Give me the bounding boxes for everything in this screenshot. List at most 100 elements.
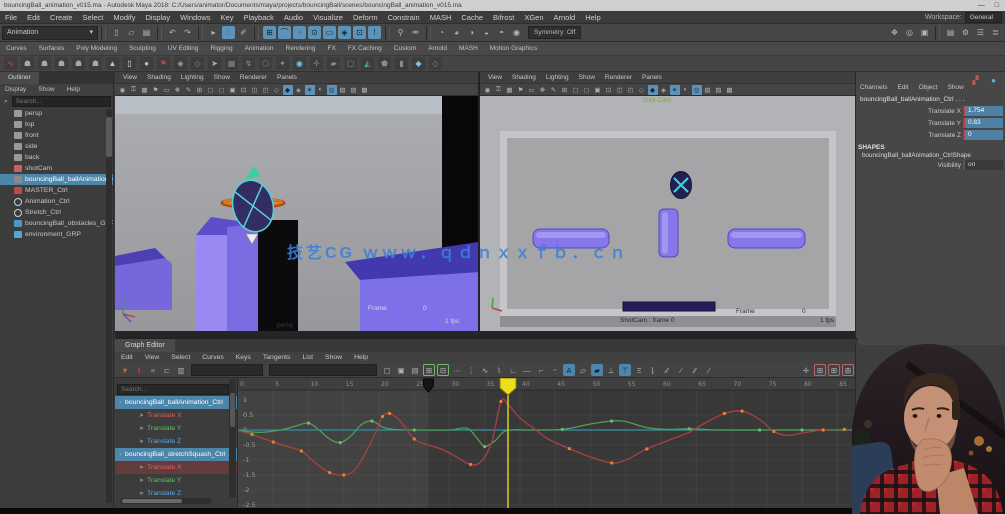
- ge-step-tangent-icon[interactable]: ⌐: [535, 364, 547, 376]
- ge-stat-time-field[interactable]: [191, 364, 263, 376]
- menu-arnold[interactable]: Arnold: [549, 11, 581, 24]
- graph-editor-curve-area[interactable]: 051015202530354045505560657075808510.50-…: [238, 378, 858, 508]
- field-chart-icon[interactable]: ⊡: [239, 85, 249, 95]
- bookmark-icon[interactable]: ⚑: [151, 85, 161, 95]
- ge-move-nearest-key-icon[interactable]: ▢: [381, 364, 393, 376]
- shelf-tab-mash[interactable]: MASH: [453, 42, 484, 56]
- locator-icon[interactable]: ✛: [310, 57, 323, 70]
- blendshape-icon[interactable]: ⬟: [378, 57, 391, 70]
- menu-modify[interactable]: Modify: [108, 11, 140, 24]
- menu-bifrost[interactable]: Bifrost: [488, 11, 519, 24]
- sculpt-icon[interactable]: ◆: [412, 57, 425, 70]
- ge-swap-buffer-icon[interactable]: ▰: [591, 364, 603, 376]
- ge-lock-tangent-weight-icon[interactable]: ⌊: [647, 364, 659, 376]
- keyframe-dot[interactable]: [381, 415, 384, 418]
- menu-select[interactable]: Select: [78, 11, 109, 24]
- sidebar-channel-box-icon[interactable]: ☰: [974, 26, 987, 39]
- epcurve-tool-icon[interactable]: ∿: [4, 57, 17, 70]
- ge-pre-infinity-offset-icon[interactable]: ∕: [675, 364, 687, 376]
- keyframe-dot[interactable]: [610, 461, 613, 464]
- ge-region-tool-icon[interactable]: ⊞: [423, 364, 435, 376]
- render-view-icon[interactable]: ◔: [435, 26, 448, 39]
- ge-channel-row[interactable]: ➤Translate X: [115, 461, 237, 474]
- make-live-icon[interactable]: ◈: [338, 26, 351, 39]
- outliner-item[interactable]: side: [0, 141, 113, 152]
- lights-icon[interactable]: ☀: [670, 85, 680, 95]
- ge-stat-value-field[interactable]: [269, 364, 377, 376]
- ge-object-row[interactable]: ▾bouncingBall_stretchSquash_Ctrl: [115, 448, 237, 461]
- constraint-icon[interactable]: ⬡: [259, 57, 272, 70]
- ambient-occlusion-icon[interactable]: ◎: [692, 85, 702, 95]
- keyframe-dot[interactable]: [822, 428, 825, 431]
- channel-value-field[interactable]: 1.754: [963, 106, 1003, 116]
- textured-icon[interactable]: ◈: [659, 85, 669, 95]
- panel-menu-panels[interactable]: Panels: [637, 72, 667, 84]
- cluster-icon[interactable]: ▰: [327, 57, 340, 70]
- ge-menu-keys[interactable]: Keys: [230, 352, 257, 363]
- ge-channel-row[interactable]: ➤Translate Y: [115, 474, 237, 487]
- outliner-menu-show[interactable]: Show: [33, 84, 59, 95]
- menu-mash[interactable]: MASH: [425, 11, 457, 24]
- image-plane-icon[interactable]: ▭: [162, 85, 172, 95]
- channelbox-menu-show[interactable]: Show: [943, 82, 967, 94]
- outliner-item[interactable]: persp: [0, 108, 113, 119]
- outliner-search-input[interactable]: [12, 96, 111, 107]
- wrap-icon[interactable]: ◭: [361, 57, 374, 70]
- snap-curve-icon[interactable]: ⌒: [278, 26, 291, 39]
- channelbox-menu-object[interactable]: Object: [915, 82, 942, 94]
- ge-retime-tool-icon[interactable]: ⊟: [437, 364, 449, 376]
- ball-front-view[interactable]: [671, 172, 692, 199]
- film-gate-icon[interactable]: ▢: [571, 85, 581, 95]
- joint-icon[interactable]: ◉: [293, 57, 306, 70]
- panel-menu-show[interactable]: Show: [574, 72, 600, 84]
- file-save-icon[interactable]: ▤: [140, 26, 153, 39]
- ge-menu-select[interactable]: Select: [165, 352, 196, 363]
- lattice-icon[interactable]: ▢: [344, 57, 357, 70]
- ge-pre-infinity-cycle-icon[interactable]: ∕∕: [661, 364, 673, 376]
- film-gate-icon[interactable]: ▢: [206, 85, 216, 95]
- menu-windows[interactable]: Windows: [175, 11, 215, 24]
- menu-edit[interactable]: Edit: [22, 11, 45, 24]
- safe-action-icon[interactable]: ◫: [250, 85, 260, 95]
- ge-menu-view[interactable]: View: [139, 352, 166, 363]
- menu-audio[interactable]: Audio: [279, 11, 308, 24]
- anim-trail-icon[interactable]: ☗: [89, 57, 102, 70]
- shelf-tab-rendering[interactable]: Rendering: [280, 42, 322, 56]
- file-open-icon[interactable]: ▱: [125, 26, 138, 39]
- viewport-divider[interactable]: [478, 72, 480, 338]
- shelf-tab-custom[interactable]: Custom: [388, 42, 422, 56]
- xray-icon[interactable]: ▨: [349, 85, 359, 95]
- ge-menu-list[interactable]: List: [296, 352, 319, 363]
- keyframe-dot[interactable]: [339, 441, 342, 444]
- minimize-button[interactable]: —: [978, 0, 985, 11]
- gate-mask-icon[interactable]: ▣: [228, 85, 238, 95]
- graph-shelf-icon[interactable]: ↯: [242, 57, 255, 70]
- ge-menu-tangents[interactable]: Tangents: [257, 352, 297, 363]
- ge-menu-edit[interactable]: Edit: [115, 352, 139, 363]
- maximize-button[interactable]: □: [995, 0, 999, 11]
- xray-icon[interactable]: ▨: [714, 85, 724, 95]
- panel-menu-show[interactable]: Show: [209, 72, 235, 84]
- ge-menu-show[interactable]: Show: [319, 352, 348, 363]
- cb-display-toggle-icon[interactable]: ▞: [969, 74, 982, 87]
- keyframe-dot[interactable]: [843, 428, 846, 431]
- ge-absolute-view-icon[interactable]: ▥: [175, 364, 187, 376]
- time-ruler[interactable]: [238, 378, 858, 390]
- ge-linear-tangent-icon[interactable]: ∟: [507, 364, 519, 376]
- panel-menu-lighting[interactable]: Lighting: [541, 72, 574, 84]
- ge-snap-time-icon[interactable]: ⋯: [451, 364, 463, 376]
- safe-title-icon[interactable]: ◰: [261, 85, 271, 95]
- shadows-icon[interactable]: ◐: [316, 85, 326, 95]
- safe-title-icon[interactable]: ◰: [626, 85, 636, 95]
- keyframe-dot[interactable]: [723, 412, 726, 415]
- outliner-menu-help[interactable]: Help: [62, 84, 85, 95]
- keyframe-dot[interactable]: [328, 471, 331, 474]
- ge-clip-time-icon[interactable]: ⊏: [161, 364, 173, 376]
- snap-point-icon[interactable]: ◦: [293, 26, 306, 39]
- workspace-value[interactable]: General: [965, 12, 1002, 23]
- flag-icon[interactable]: ⚑: [157, 57, 170, 70]
- menu-help[interactable]: Help: [580, 11, 605, 24]
- keyframe-dot[interactable]: [645, 447, 648, 450]
- redo-icon[interactable]: ↷: [181, 26, 194, 39]
- grease-pencil-icon[interactable]: ✎: [184, 85, 194, 95]
